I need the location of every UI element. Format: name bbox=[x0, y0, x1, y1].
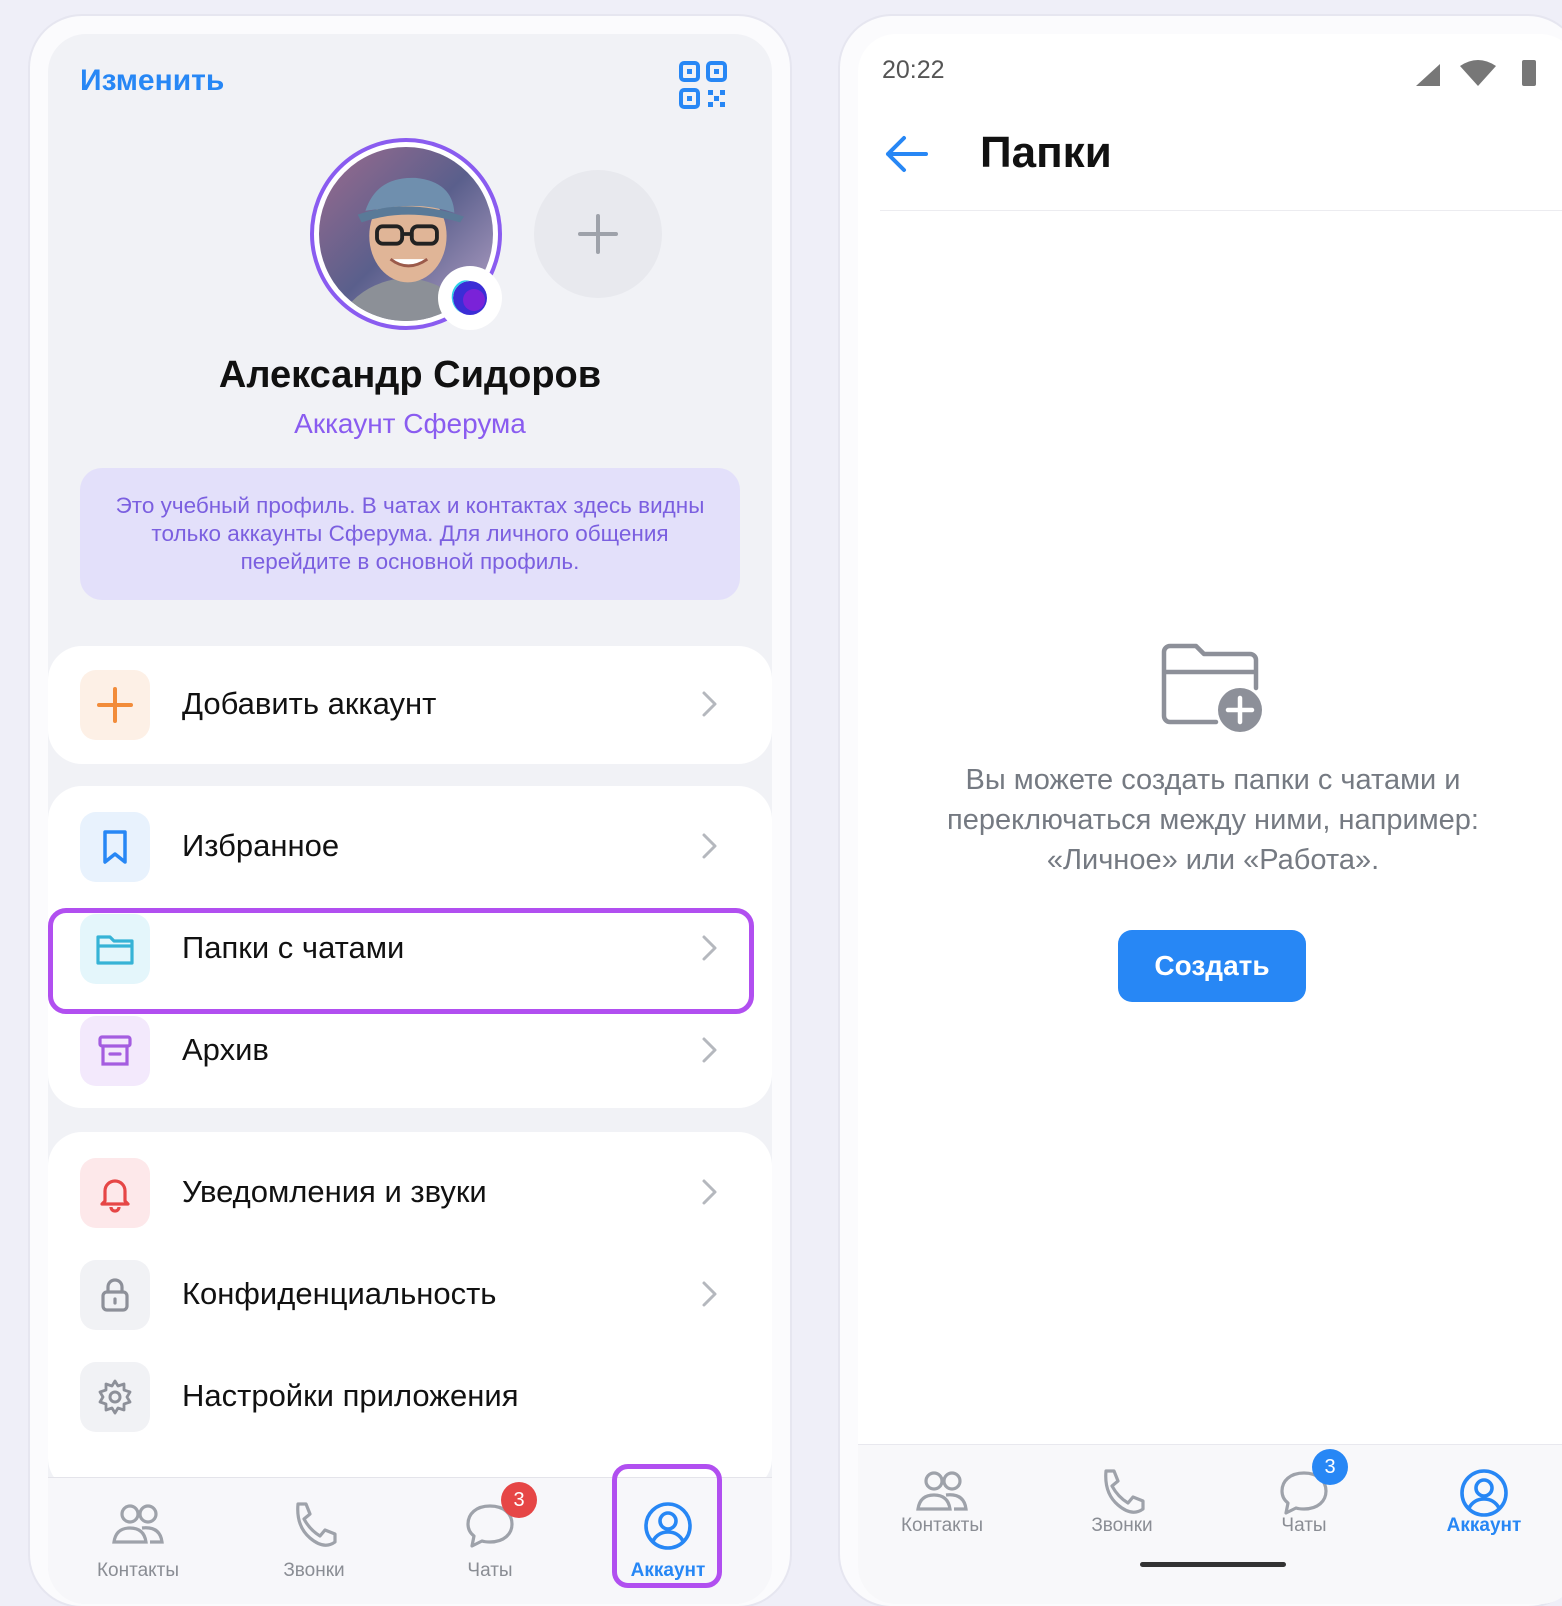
contacts-icon bbox=[916, 1471, 968, 1511]
folders-highlight-frame bbox=[48, 908, 754, 1014]
tab-chats[interactable]: 3 Чаты bbox=[1224, 1445, 1384, 1571]
profile-subtitle: Аккаунт Сферума bbox=[294, 408, 526, 439]
status-icons bbox=[1416, 60, 1536, 86]
wifi-icon bbox=[1460, 60, 1496, 86]
plus-icon bbox=[80, 670, 150, 740]
phone-icon bbox=[1104, 1469, 1145, 1514]
tab-label: Контакты bbox=[900, 1515, 984, 1536]
menu-item-privacy[interactable]: Конфиденциальность bbox=[48, 1244, 772, 1344]
phone-frame-right: 20:22 Папки Вы можете создать папки с ча… bbox=[840, 16, 1562, 1606]
menu-item-favorites[interactable]: Избранное bbox=[48, 796, 772, 896]
back-arrow-icon[interactable] bbox=[884, 134, 930, 174]
info-banner: Это учебный профиль. В чатах и контактах… bbox=[80, 468, 740, 600]
lock-icon bbox=[80, 1260, 150, 1330]
qr-code-icon[interactable] bbox=[678, 60, 728, 110]
contacts-icon bbox=[112, 1504, 164, 1544]
settings-card: Уведомления и звуки Конфиденциальность Н… bbox=[48, 1132, 772, 1492]
menu-item-label: Добавить аккаунт bbox=[182, 686, 437, 721]
header-divider bbox=[880, 210, 1562, 211]
battery-icon bbox=[1522, 60, 1536, 86]
folders-screen: 20:22 Папки Вы можете создать папки с ча… bbox=[858, 34, 1562, 1604]
menu-item-label: Архив bbox=[182, 1032, 269, 1067]
tab-chats[interactable]: 3 Чаты bbox=[410, 1478, 570, 1604]
sferum-badge-icon bbox=[438, 266, 502, 330]
menu-item-label: Избранное bbox=[182, 828, 340, 863]
plus-icon bbox=[578, 214, 618, 254]
tab-label: Контакты bbox=[96, 1560, 180, 1581]
profile-name: Александр Сидоров bbox=[218, 354, 602, 396]
gear-icon bbox=[80, 1362, 150, 1432]
folder-add-icon bbox=[1161, 643, 1262, 732]
bell-icon bbox=[80, 1158, 150, 1228]
tab-bar: Контакты Звонки 3 Чаты Аккаунт bbox=[858, 1444, 1562, 1604]
tab-calls[interactable]: Звонки bbox=[234, 1478, 394, 1604]
chats-badge: 3 bbox=[1312, 1449, 1348, 1485]
tab-calls[interactable]: Звонки bbox=[1042, 1445, 1202, 1571]
info-text: Это учебный профиль. В чатах и контактах… bbox=[115, 493, 705, 574]
menu-item-notifications[interactable]: Уведомления и звуки bbox=[48, 1142, 772, 1242]
menu-item-add-account[interactable]: Добавить аккаунт bbox=[48, 654, 772, 754]
create-folder-button[interactable]: Создать bbox=[1118, 930, 1306, 1002]
account-tab-highlight-frame bbox=[612, 1464, 722, 1588]
status-time: 20:22 bbox=[882, 56, 945, 84]
tab-account[interactable]: Аккаунт bbox=[1404, 1445, 1562, 1571]
home-indicator bbox=[1140, 1562, 1286, 1567]
add-account-avatar-button[interactable] bbox=[534, 170, 662, 298]
menu-item-app-settings[interactable]: Настройки приложения bbox=[48, 1346, 772, 1446]
tab-label: Чаты bbox=[1281, 1515, 1327, 1536]
chevron-right-icon bbox=[702, 691, 717, 717]
chevron-right-icon bbox=[702, 833, 717, 859]
chevron-right-icon bbox=[702, 1179, 717, 1205]
edit-button[interactable]: Изменить bbox=[80, 64, 224, 98]
tab-label: Чаты bbox=[467, 1560, 513, 1581]
tab-contacts[interactable]: Контакты bbox=[862, 1445, 1022, 1571]
menu-item-archive[interactable]: Архив bbox=[48, 1000, 772, 1100]
archive-icon bbox=[80, 1016, 150, 1086]
signal-icon bbox=[1416, 64, 1440, 86]
tab-label: Аккаунт bbox=[1446, 1515, 1522, 1536]
chevron-right-icon bbox=[702, 1281, 717, 1307]
bookmark-icon bbox=[80, 812, 150, 882]
add-account-card: Добавить аккаунт bbox=[48, 646, 772, 764]
menu-item-label: Уведомления и звуки bbox=[182, 1174, 487, 1209]
phone-icon bbox=[296, 1502, 337, 1547]
empty-state-text: Вы можете создать папки с чатами и перек… bbox=[947, 764, 1479, 876]
account-screen: Изменить Александр Сидоров Аккаунт Сферу… bbox=[48, 34, 772, 1604]
tab-label: Звонки bbox=[283, 1560, 345, 1581]
tab-label: Звонки bbox=[1091, 1515, 1153, 1536]
chevron-right-icon bbox=[702, 1037, 717, 1063]
menu-item-label: Настройки приложения bbox=[182, 1378, 519, 1413]
menu-item-label: Конфиденциальность bbox=[182, 1276, 497, 1311]
account-icon bbox=[1460, 1469, 1508, 1517]
chats-badge: 3 bbox=[501, 1482, 537, 1518]
tab-contacts[interactable]: Контакты bbox=[58, 1478, 218, 1604]
phone-frame-left: Изменить Александр Сидоров Аккаунт Сферу… bbox=[30, 16, 790, 1606]
page-title: Папки bbox=[980, 128, 1112, 177]
